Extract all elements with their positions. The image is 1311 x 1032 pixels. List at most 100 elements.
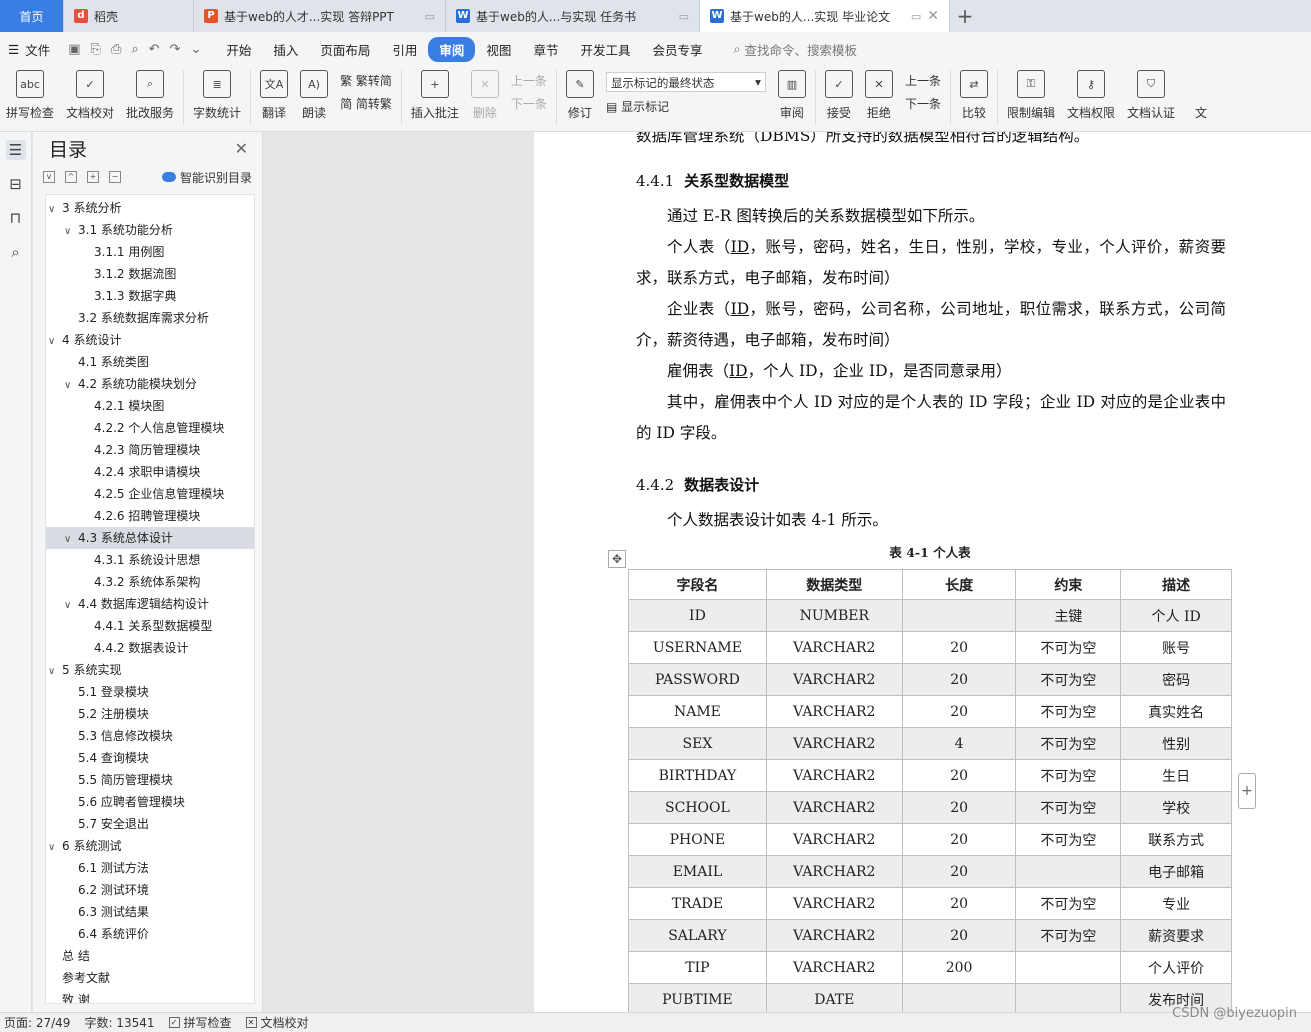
show-markup-button[interactable]: ▤ 显示标记	[606, 98, 766, 115]
add-heading-icon[interactable]: +	[87, 171, 99, 183]
table-cell[interactable]: 薪资要求	[1120, 919, 1232, 952]
table-cell[interactable]: ID	[628, 599, 767, 632]
toc-item[interactable]: ∨ 4 系统设计	[46, 329, 254, 351]
toc-item[interactable]: 4.4.2 数据表设计	[46, 637, 254, 659]
toc-item[interactable]: 参考文献	[46, 967, 254, 989]
delete-comment-button[interactable]: ✕ 删除	[465, 70, 505, 121]
close-icon[interactable]: ✕	[927, 8, 939, 24]
table-cell[interactable]: PHONE	[628, 823, 767, 856]
table-cell[interactable]: 20	[901, 631, 1017, 664]
chevron-down-icon[interactable]: ∨	[64, 595, 78, 615]
chevron-down-icon[interactable]: ∨	[48, 199, 62, 219]
table-cell[interactable]: 个人 ID	[1120, 599, 1232, 632]
menu-reference[interactable]: 引用	[381, 37, 428, 62]
table-cell[interactable]: 不可为空	[1015, 631, 1122, 664]
compare-button[interactable]: ⇄ 比较	[954, 70, 994, 121]
table-cell[interactable]: DATE	[765, 983, 903, 1012]
redo-icon[interactable]: ↷	[170, 42, 181, 57]
toc-item[interactable]: ∨ 3 系统分析	[46, 197, 254, 219]
next-comment-button[interactable]: 下一条	[511, 95, 547, 112]
menu-layout[interactable]: 页面布局	[309, 37, 381, 62]
table-cell[interactable]	[901, 983, 1017, 1012]
toc-item[interactable]: ∨ 6 系统测试	[46, 835, 254, 857]
table-cell[interactable]: VARCHAR2	[765, 855, 903, 888]
status-spell-check[interactable]: ✓ 拼写检查	[168, 1014, 232, 1031]
table-cell[interactable]: 不可为空	[1015, 887, 1122, 920]
table-cell[interactable]: EMAIL	[628, 855, 767, 888]
table-cell[interactable]: PUBTIME	[628, 983, 767, 1012]
toc-item[interactable]: 4.4.1 关系型数据模型	[46, 615, 254, 637]
page-indicator[interactable]: 页面: 27/49	[4, 1014, 70, 1031]
personal-table[interactable]: 字段名 数据类型 长度 约束 描述 ID NUMBER 主键 个人 ID USERNAME VAR…	[628, 569, 1232, 1012]
chevron-down-icon[interactable]: ⌄	[190, 42, 201, 57]
undo-icon[interactable]: ↶	[149, 42, 160, 57]
toc-item[interactable]: ∨ 4.2 系统功能模块划分	[46, 373, 254, 395]
word-count[interactable]: 字数: 13541	[84, 1014, 154, 1031]
simp-to-trad-button[interactable]: 简 简转繁	[340, 95, 392, 112]
table-cell[interactable]: 性别	[1120, 727, 1232, 760]
proofread-button[interactable]: ✓ 文档校对	[60, 70, 120, 121]
toc-icon[interactable]: ☰	[5, 140, 26, 160]
move-table-icon[interactable]: ✥	[608, 550, 626, 568]
toc-item[interactable]: 4.2.4 求职申请模块	[46, 461, 254, 483]
toc-item[interactable]: 5.7 安全退出	[46, 813, 254, 835]
toc-item[interactable]: 4.1 系统类图	[46, 351, 254, 373]
chevron-down-icon[interactable]: ∨	[48, 661, 62, 681]
table-cell[interactable]: PASSWORD	[628, 663, 767, 696]
toc-item[interactable]: 6.4 系统评价	[46, 923, 254, 945]
tab-ppt[interactable]: P 基于web的人才...实现 答辩PPT ▭	[194, 0, 446, 32]
chevron-down-icon[interactable]: ∨	[64, 375, 78, 395]
chevron-down-icon[interactable]: ∨	[48, 837, 62, 857]
table-cell[interactable]: 主键	[1015, 599, 1122, 632]
batch-service-button[interactable]: ⌕ 批改服务	[120, 70, 180, 121]
table-cell[interactable]: TRADE	[628, 887, 767, 920]
menu-chapter[interactable]: 章节	[522, 37, 569, 62]
toc-item[interactable]: 3.1.1 用例图	[46, 241, 254, 263]
more-button[interactable]: 文	[1181, 70, 1221, 121]
table-cell[interactable]: 不可为空	[1015, 791, 1122, 824]
table-cell[interactable]: USERNAME	[628, 631, 767, 664]
toc-item[interactable]: 4.3.2 系统体系架构	[46, 571, 254, 593]
toc-item[interactable]: 3.1.3 数据字典	[46, 285, 254, 307]
command-search[interactable]: ⌕ 查找命令、搜索模板	[733, 40, 857, 59]
table-cell[interactable]: TIP	[628, 951, 767, 984]
review-pane-button[interactable]: ▥ 审阅	[772, 70, 812, 121]
close-icon[interactable]: ✕	[235, 139, 248, 158]
toc-item[interactable]: 3.1.2 数据流图	[46, 263, 254, 285]
toc-item[interactable]: 6.2 测试环境	[46, 879, 254, 901]
markup-select[interactable]: 显示标记的最终状态 ▾	[605, 72, 766, 92]
add-column-button[interactable]: +	[1238, 773, 1256, 809]
table-cell[interactable]: 20	[901, 855, 1017, 888]
table-cell[interactable]: 不可为空	[1015, 823, 1122, 856]
menu-view[interactable]: 视图	[475, 37, 522, 62]
toc-item[interactable]: 4.2.3 简历管理模块	[46, 439, 254, 461]
table-cell[interactable]: VARCHAR2	[765, 919, 903, 952]
word-count-button[interactable]: ≣ 字数统计	[187, 70, 247, 121]
table-cell[interactable]: 20	[901, 823, 1017, 856]
screen-icon[interactable]: ▭	[911, 10, 921, 23]
table-cell[interactable]: VARCHAR2	[765, 791, 903, 824]
reject-button[interactable]: ✕ 拒绝	[859, 70, 899, 121]
table-cell[interactable]: 不可为空	[1015, 919, 1122, 952]
toc-item[interactable]: 5.5 简历管理模块	[46, 769, 254, 791]
toc-item[interactable]: 5.4 查询模块	[46, 747, 254, 769]
toc-item[interactable]: 6.1 测试方法	[46, 857, 254, 879]
expand-all-icon[interactable]: ^	[65, 171, 77, 183]
table-cell[interactable]: 真实姓名	[1120, 695, 1232, 728]
toc-item[interactable]: ∨ 4.4 数据库逻辑结构设计	[46, 593, 254, 615]
table-cell[interactable]: VARCHAR2	[765, 951, 903, 984]
toc-item[interactable]: 4.2.5 企业信息管理模块	[46, 483, 254, 505]
toc-item[interactable]: 5.2 注册模块	[46, 703, 254, 725]
new-tab-button[interactable]: +	[950, 0, 980, 32]
translate-button[interactable]: 文A 翻译	[254, 70, 294, 121]
export-icon[interactable]: ⎘	[91, 42, 101, 57]
table-cell[interactable]: SEX	[628, 727, 767, 760]
menu-review[interactable]: 审阅	[428, 36, 476, 62]
table-cell[interactable]: 200	[901, 951, 1017, 984]
save-icon[interactable]: ▣	[68, 42, 80, 57]
table-cell[interactable]: VARCHAR2	[765, 727, 903, 760]
table-cell[interactable]: 20	[901, 791, 1017, 824]
accept-button[interactable]: ✓ 接受	[819, 70, 859, 121]
table-cell[interactable]: 20	[901, 695, 1017, 728]
menu-devtools[interactable]: 开发工具	[569, 37, 641, 62]
